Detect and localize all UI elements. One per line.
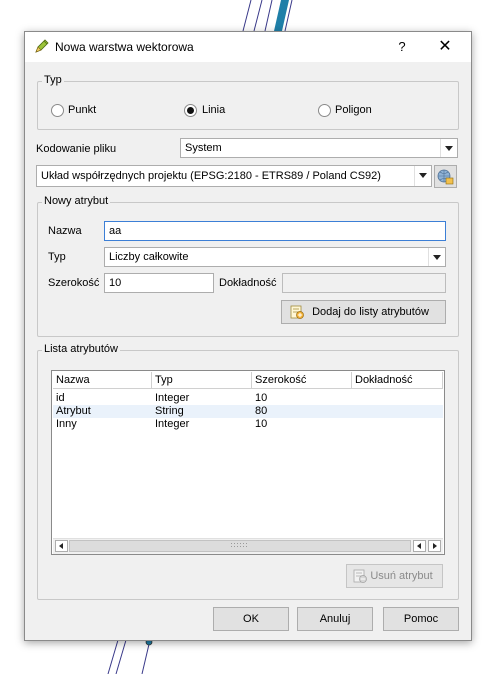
attribute-name-input[interactable]: aa	[104, 221, 446, 241]
help-title-button[interactable]: ?	[390, 37, 414, 57]
cell-type: Integer	[155, 418, 190, 430]
add-to-attribute-list-button[interactable]: Dodaj do listy atrybutów	[281, 300, 446, 324]
horizontal-scrollbar[interactable]	[53, 538, 443, 554]
cell-type: String	[155, 405, 184, 417]
close-button[interactable]: ✕	[430, 37, 460, 57]
scroll-left-button[interactable]	[55, 540, 68, 552]
scroll-right-button[interactable]	[428, 540, 441, 552]
table-row[interactable]: id Integer 10	[53, 392, 443, 405]
group-legend-type: Typ	[42, 74, 64, 86]
new-vector-layer-dialog: Nowa warstwa wektorowa ? ✕ Typ Punkt Lin…	[24, 31, 472, 641]
attribute-name-label: Nazwa	[48, 225, 82, 237]
cell-precision	[352, 405, 355, 418]
crs-select-value: Układ współrzędnych projektu (EPSG:2180 …	[41, 170, 381, 182]
add-to-attribute-list-label: Dodaj do listy atrybutów	[312, 306, 429, 318]
chevron-down-icon	[414, 166, 431, 186]
group-legend-attribute-list: Lista atrybutów	[42, 343, 120, 355]
radio-line[interactable]	[184, 104, 197, 117]
cell-type: Integer	[155, 392, 190, 404]
radio-polygon-label: Poligon	[335, 104, 372, 116]
attribute-table: Nazwa Typ Szerokość Dokładność id Intege…	[51, 370, 445, 555]
attribute-type-label: Typ	[48, 251, 66, 263]
radio-point[interactable]	[51, 104, 64, 117]
new-attribute-group: Nowy atrybut Nazwa aa Typ Liczby całkowi…	[37, 195, 459, 337]
cell-name: Inny	[56, 418, 77, 430]
remove-attribute-label: Usuń atrybut	[370, 570, 433, 582]
scroll-left-button-2[interactable]	[413, 540, 426, 552]
remove-attribute-button[interactable]: Usuń atrybut	[346, 564, 443, 588]
title-bar: Nowa warstwa wektorowa ? ✕	[25, 32, 471, 62]
table-row[interactable]: Inny Integer 10	[53, 418, 443, 431]
table-row[interactable]: Atrybut String 80	[53, 405, 443, 418]
attribute-width-input[interactable]: 10	[104, 273, 214, 293]
encoding-select-value: System	[185, 142, 222, 154]
cell-width: 10	[255, 418, 268, 430]
remove-attribute-icon	[353, 569, 367, 583]
column-header-precision[interactable]: Dokładność	[352, 372, 443, 389]
cell-precision	[352, 392, 355, 405]
geometry-type-group: Typ Punkt Linia Poligon	[37, 74, 459, 130]
group-legend-new-attribute: Nowy atrybut	[42, 195, 111, 207]
crs-select-button[interactable]	[434, 165, 457, 188]
encoding-label: Kodowanie pliku	[36, 143, 117, 155]
new-layer-pencil-icon	[35, 39, 49, 53]
column-header-width[interactable]: Szerokość	[252, 372, 352, 389]
radio-polygon[interactable]	[318, 104, 331, 117]
column-header-type[interactable]: Typ	[152, 372, 252, 389]
crs-select[interactable]: Układ współrzędnych projektu (EPSG:2180 …	[36, 165, 432, 187]
cell-name: Atrybut	[56, 405, 91, 417]
attribute-type-value: Liczby całkowite	[109, 251, 189, 263]
chevron-down-icon	[428, 248, 445, 266]
scrollbar-thumb[interactable]	[69, 540, 411, 552]
cell-precision	[352, 418, 355, 431]
attribute-type-select[interactable]: Liczby całkowite	[104, 247, 446, 267]
attribute-precision-label: Dokładność	[219, 277, 277, 289]
radio-point-label: Punkt	[68, 104, 97, 116]
cell-width: 80	[255, 405, 268, 417]
encoding-select[interactable]: System	[180, 138, 458, 158]
grip-icon	[231, 543, 247, 547]
attribute-width-label: Szerokość	[48, 277, 100, 289]
cell-name: id	[56, 392, 65, 404]
attribute-precision-input[interactable]	[282, 273, 446, 293]
radio-line-label: Linia	[202, 104, 226, 116]
help-button[interactable]: Pomoc	[383, 607, 459, 631]
ok-button[interactable]: OK	[213, 607, 289, 631]
attribute-name-value: aa	[109, 225, 122, 237]
cell-width: 10	[255, 392, 268, 404]
column-header-name[interactable]: Nazwa	[53, 372, 152, 389]
add-attribute-icon	[290, 305, 304, 319]
chevron-down-icon	[440, 139, 457, 157]
globe-icon	[437, 169, 454, 185]
attribute-width-value: 10	[109, 277, 122, 289]
cancel-button[interactable]: Anuluj	[297, 607, 373, 631]
dialog-title: Nowa warstwa wektorowa	[55, 40, 194, 54]
